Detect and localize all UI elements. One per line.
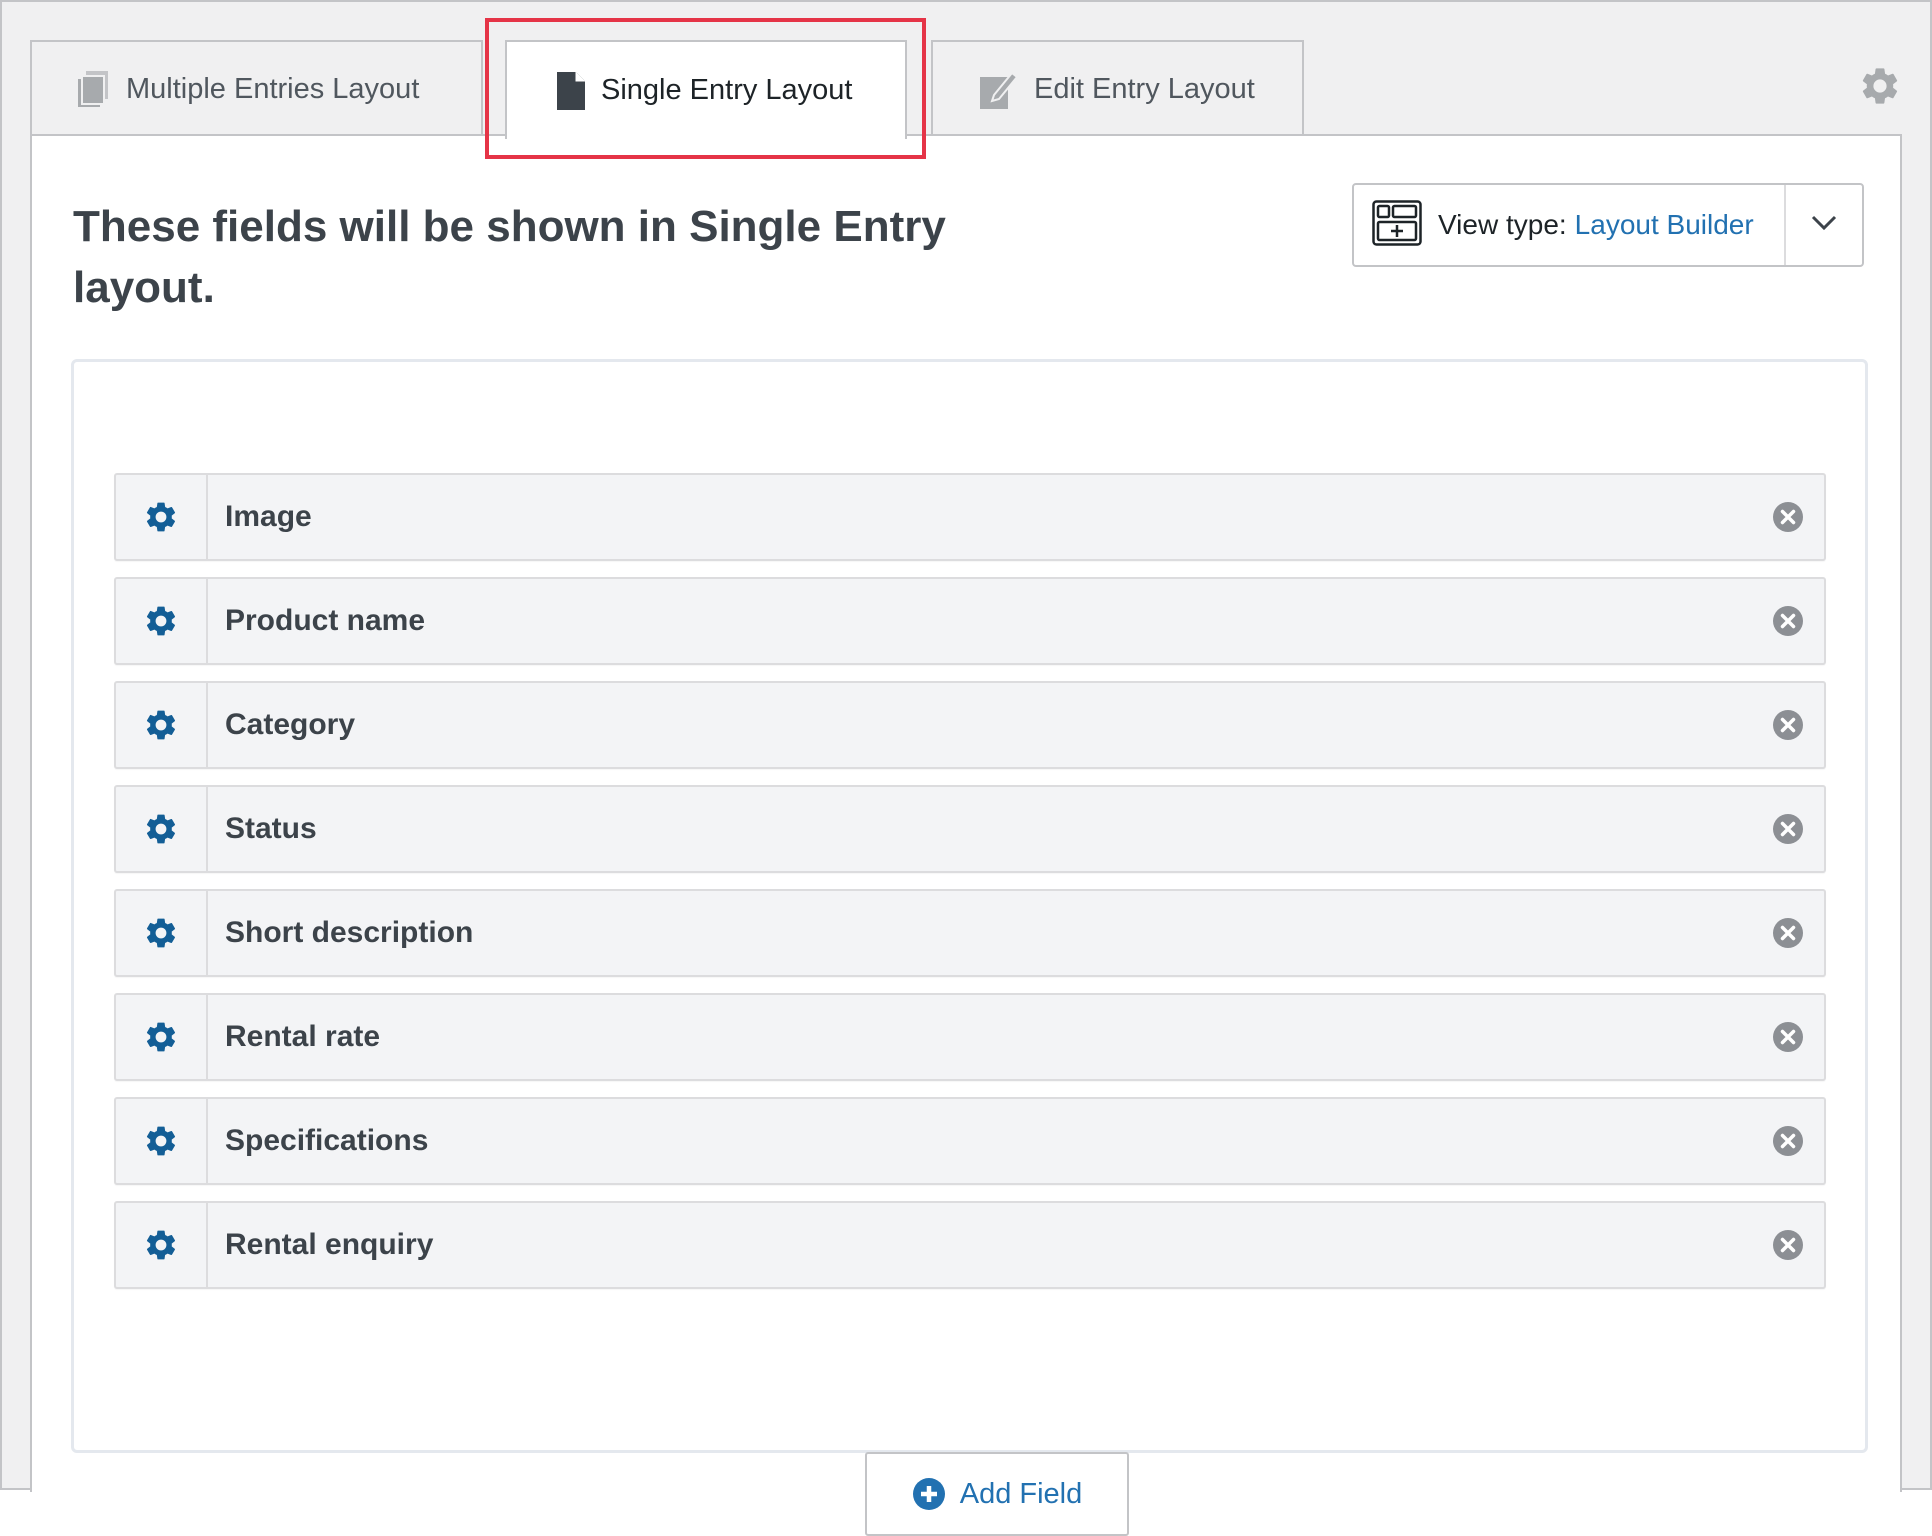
gear-icon[interactable] [1858,64,1902,113]
view-type-value[interactable]: Layout Builder [1575,209,1754,241]
field-label: Product name [225,604,426,637]
tab-single-entry-layout[interactable]: Single Entry Layout [505,40,907,139]
chevron-down-icon [1811,215,1837,236]
remove-field-icon[interactable] [1752,709,1824,741]
view-type-current[interactable]: View type: Layout Builder [1354,185,1786,265]
field-row[interactable]: Specifications [114,1097,1826,1185]
field-settings-gear-icon[interactable] [116,1203,208,1287]
field-settings-gear-icon[interactable] [116,787,208,871]
field-label: Short description [225,916,474,949]
field-settings-gear-icon[interactable] [116,995,208,1079]
view-type-selector[interactable]: View type: Layout Builder [1352,183,1864,267]
remove-field-icon[interactable] [1752,917,1824,949]
field-row[interactable]: Category [114,681,1826,769]
add-field-label: Add Field [959,1477,1083,1510]
field-label: Category [225,708,356,741]
view-type-label: View type: [1438,209,1567,240]
field-settings-gear-icon[interactable] [116,891,208,975]
page-title: These fields will be shown in Single Ent… [73,202,946,312]
field-row[interactable]: Status [114,785,1826,873]
field-list: Image Product name Category Status Short des… [114,473,1826,1305]
tab-label: Single Entry Layout [601,74,853,106]
field-settings-gear-icon[interactable] [116,475,208,559]
layout-builder-icon [1372,199,1422,251]
plus-circle-icon [912,1477,946,1511]
field-label: Rental enquiry [225,1228,434,1261]
field-row[interactable]: Short description [114,889,1826,977]
remove-field-icon[interactable] [1752,813,1824,845]
view-type-toggle[interactable] [1786,185,1862,265]
copy-icon [78,71,110,107]
tab-label: Multiple Entries Layout [126,72,420,105]
remove-field-icon[interactable] [1752,1229,1824,1261]
field-settings-gear-icon[interactable] [116,579,208,663]
fields-dropzone: Image Product name Category Status Short des… [71,359,1868,1453]
tab-label: Edit Entry Layout [1034,72,1255,105]
single-entry-panel: These fields will be shown in Single Ent… [30,134,1902,1536]
remove-field-icon[interactable] [1752,1125,1824,1157]
field-label: Rental rate [225,1020,381,1053]
remove-field-icon[interactable] [1752,1021,1824,1053]
remove-field-icon[interactable] [1752,501,1824,533]
tab-edit-entry-layout[interactable]: Edit Entry Layout [931,40,1304,136]
field-settings-gear-icon[interactable] [116,1099,208,1183]
field-row[interactable]: Rental enquiry [114,1201,1826,1289]
field-row[interactable]: Image [114,473,1826,561]
field-label: Specifications [225,1124,429,1157]
field-row[interactable]: Rental rate [114,993,1826,1081]
add-field-button[interactable]: Add Field [865,1452,1129,1536]
field-label: Image [225,500,312,533]
tab-multiple-entries-layout[interactable]: Multiple Entries Layout [30,40,483,136]
gravityview-layout-editor: Multiple Entries Layout Single Entry Lay… [0,0,1932,1536]
edit-icon [980,69,1018,109]
remove-field-icon[interactable] [1752,605,1824,637]
field-label: Status [225,812,317,845]
document-icon [557,71,585,110]
field-settings-gear-icon[interactable] [116,683,208,767]
field-row[interactable]: Product name [114,577,1826,665]
